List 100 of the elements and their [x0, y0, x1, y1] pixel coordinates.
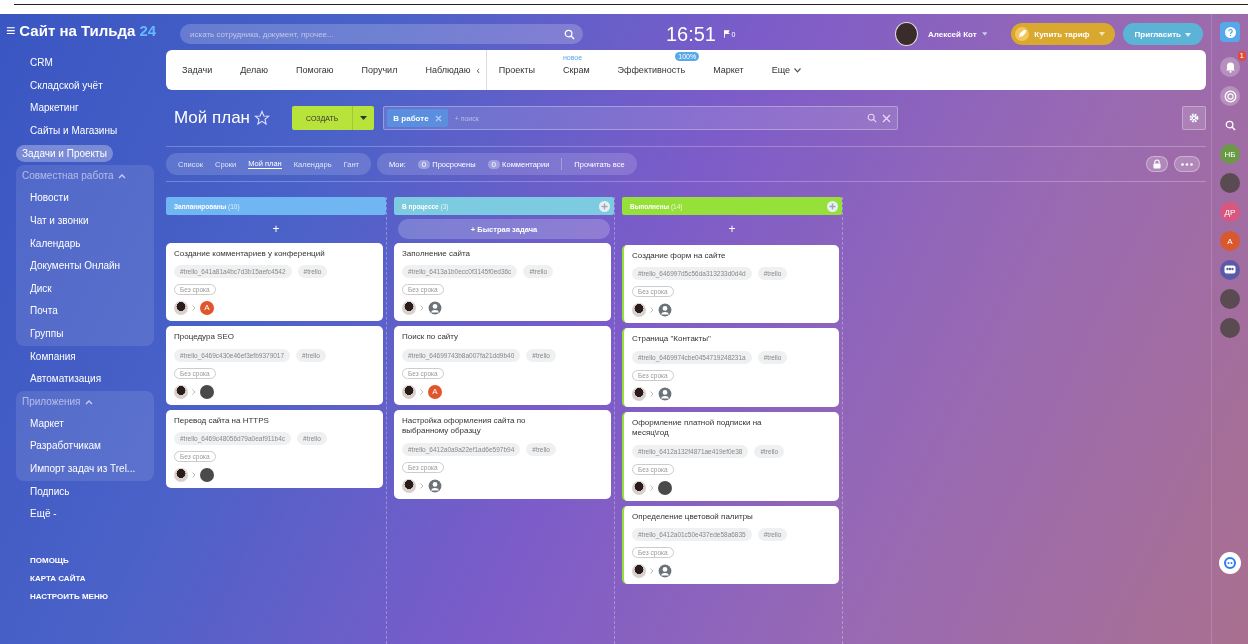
sidebar-item[interactable]: Компания	[22, 345, 84, 369]
nav-tab[interactable]: Маркет	[713, 65, 744, 75]
assignee-avatar[interactable]: A	[200, 301, 214, 316]
nav-tab[interactable]: Наблюдаю	[425, 65, 471, 75]
sidebar-item[interactable]: Новости	[22, 187, 77, 210]
more-icon	[1181, 162, 1193, 166]
search-icon[interactable]	[867, 113, 878, 123]
creator-avatar[interactable]	[402, 384, 416, 399]
sidebar-item[interactable]: Импорт задач из Trel...	[22, 457, 144, 481]
task-title: Создание комментариев у конференций	[174, 249, 325, 260]
footer-link[interactable]: НАСТРОИТЬ МЕНЮ	[30, 591, 160, 601]
search-field[interactable]: искать сотрудника, документ, прочее...	[180, 24, 583, 44]
contact-avatar[interactable]: ДР	[1220, 202, 1240, 222]
bell-icon	[1224, 61, 1236, 73]
sidebar-item[interactable]: Чат и звонки	[22, 209, 97, 233]
creator-avatar[interactable]	[632, 563, 646, 578]
more-button[interactable]	[1174, 156, 1200, 172]
user-icon[interactable]	[658, 563, 672, 578]
sidebar-group-header[interactable]: Совместная работа	[16, 165, 154, 188]
task-title: Оформление платной подписки на месяц\год	[632, 417, 763, 439]
sidebar-item[interactable]: Сайты и Магазины	[22, 119, 126, 143]
user-avatar[interactable]	[895, 22, 919, 46]
creator-avatar[interactable]	[174, 301, 188, 316]
nav-tab[interactable]: Проекты	[498, 65, 535, 75]
caret-icon[interactable]	[981, 32, 988, 36]
assistant-button[interactable]	[1219, 552, 1241, 574]
nav-tab[interactable]: Делаю	[240, 65, 269, 75]
help-icon	[1224, 26, 1236, 38]
sidebar-item[interactable]: Маркет	[22, 412, 72, 436]
sidebar-item[interactable]: Документы Онлайн	[22, 255, 129, 278]
footer-link[interactable]: ПОМОЩЬ	[30, 555, 160, 565]
user-name[interactable]: Алексей Кот	[928, 29, 977, 39]
sidebar-item[interactable]: Маркетинг	[22, 97, 87, 120]
logo-text[interactable]: Сайт на Тильда	[19, 22, 136, 39]
creator-avatar[interactable]	[174, 468, 188, 483]
help-button[interactable]	[1220, 22, 1240, 42]
group-chat-button[interactable]	[1220, 260, 1240, 280]
nav-tab[interactable]: Поручил	[361, 65, 398, 75]
caret-icon	[360, 116, 368, 120]
chevron-icon	[420, 482, 424, 489]
sidebar-item[interactable]: Складской учёт	[22, 74, 111, 98]
sidebar-item[interactable]: Задачи и Проекты	[16, 145, 113, 163]
add-task-button[interactable]: +	[166, 219, 386, 239]
task-title: Определение цветовой палитры	[632, 511, 753, 522]
notifications-button[interactable]	[1220, 57, 1240, 77]
create-dropdown-button[interactable]	[352, 106, 375, 130]
creator-avatar[interactable]	[632, 303, 646, 318]
user-icon[interactable]	[428, 301, 442, 316]
creator-avatar[interactable]	[632, 386, 646, 401]
search-input[interactable]: искать сотрудника, документ, прочее...	[188, 28, 564, 40]
user-icon[interactable]	[658, 303, 672, 318]
nav-tab[interactable]: Помогаю	[296, 65, 334, 75]
user-icon[interactable]	[428, 478, 442, 493]
contact-avatar[interactable]: А	[1220, 231, 1240, 251]
filter-chip[interactable]: В работе	[387, 109, 448, 127]
assignee-avatar[interactable]	[200, 468, 214, 483]
sidebar-item[interactable]: Автоматизация	[22, 368, 110, 391]
people-icon	[1224, 265, 1236, 275]
scroll-arrow[interactable]: ‹	[476, 64, 480, 76]
sidebar-item[interactable]: Группы	[22, 322, 72, 346]
sidebar-item[interactable]: Почта	[22, 300, 66, 323]
nav-tab[interactable]: Скрам	[562, 65, 590, 75]
buy-plan-button[interactable]: Купить тариф	[1011, 23, 1115, 45]
sidebar-item[interactable]: CRM	[22, 52, 61, 75]
nav-tab[interactable]: Эффективность	[617, 65, 686, 75]
sidebar-item[interactable]: Подпись	[22, 480, 78, 504]
assignee-avatar[interactable]	[658, 480, 672, 495]
task-title: Поиск по сайту	[402, 332, 459, 343]
creator-avatar[interactable]	[402, 478, 416, 493]
footer-link[interactable]: КАРТА САЙТА	[30, 573, 160, 583]
creator-avatar[interactable]	[402, 301, 416, 316]
task-title: Создание форм на сайте	[632, 251, 726, 262]
assignee-avatar[interactable]: A	[428, 384, 442, 399]
chevron-icon[interactable]	[793, 67, 801, 73]
chevron-icon	[192, 305, 196, 312]
user-icon[interactable]	[658, 386, 672, 401]
clear-icon[interactable]	[882, 113, 892, 123]
creator-avatar[interactable]	[632, 480, 646, 495]
creator-avatar[interactable]	[174, 384, 188, 399]
nav-tab[interactable]: Задачи	[182, 65, 213, 75]
sidebar-group-header[interactable]: Приложения	[16, 390, 154, 413]
lock-button[interactable]	[1146, 156, 1168, 172]
add-task-button[interactable]: +	[622, 219, 842, 239]
invite-button[interactable]: Пригласить	[1122, 23, 1203, 45]
star-icon[interactable]	[254, 110, 270, 126]
sidebar-item[interactable]: Разработчикам	[22, 435, 109, 458]
clock-time: 16:51	[665, 22, 716, 46]
chevron-icon	[650, 307, 654, 314]
chat-button[interactable]	[1220, 86, 1240, 106]
contact-avatar[interactable]: НБ	[1220, 144, 1240, 164]
sidebar-item[interactable]: Ещё -	[22, 503, 65, 526]
menu-icon[interactable]: ≡	[6, 22, 16, 40]
sidebar-item[interactable]: Календарь	[22, 232, 89, 256]
settings-button[interactable]	[1182, 106, 1206, 130]
notification-count: 1	[1237, 51, 1246, 61]
nav-tab[interactable]: Еще	[771, 65, 790, 75]
chevron-icon	[192, 388, 196, 395]
assignee-avatar[interactable]	[200, 384, 214, 399]
chevron-icon	[192, 472, 196, 479]
sidebar-item[interactable]: Диск	[22, 277, 60, 301]
